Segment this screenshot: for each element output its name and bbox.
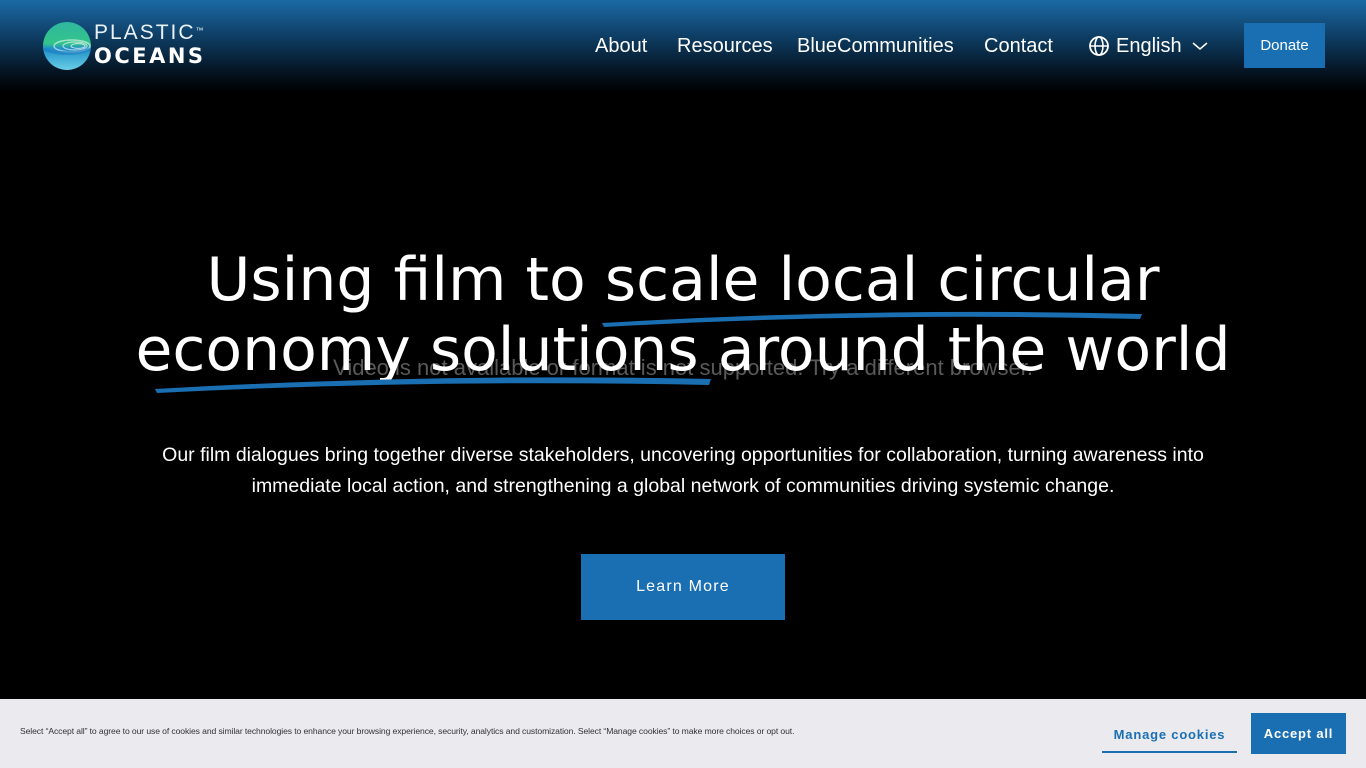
nav-item-about[interactable]: About bbox=[595, 33, 647, 59]
hero-title: Using film to scale local circular econo… bbox=[0, 245, 1366, 385]
cookie-banner-text: Select “Accept all” to agree to our use … bbox=[20, 726, 795, 736]
language-selector[interactable]: English bbox=[1088, 32, 1208, 60]
hero-title-line-2: economy solutions around the world bbox=[135, 315, 1231, 385]
nav-item-resources[interactable]: Resources bbox=[677, 33, 773, 59]
site-header: PLASTIC™ OCEANS About Resources BlueComm… bbox=[0, 0, 1366, 92]
hero-subtitle: Our film dialogues bring together divers… bbox=[162, 444, 1204, 497]
nav-item-contact[interactable]: Contact bbox=[984, 33, 1053, 59]
language-label: English bbox=[1116, 35, 1182, 57]
manage-cookies-button[interactable]: Manage cookies bbox=[1102, 717, 1237, 753]
globe-icon bbox=[1089, 36, 1109, 56]
chevron-down-icon bbox=[1192, 42, 1208, 50]
learn-more-button[interactable]: Learn More bbox=[581, 554, 785, 620]
hero-title-line-1: Using film to scale local circular bbox=[206, 245, 1160, 315]
donate-button[interactable]: Donate bbox=[1244, 23, 1325, 68]
nav-item-bluecommunities[interactable]: BlueCommunities bbox=[797, 33, 954, 59]
accept-all-button[interactable]: Accept all bbox=[1251, 713, 1346, 754]
cookie-banner: Select “Accept all” to agree to our use … bbox=[0, 699, 1366, 768]
